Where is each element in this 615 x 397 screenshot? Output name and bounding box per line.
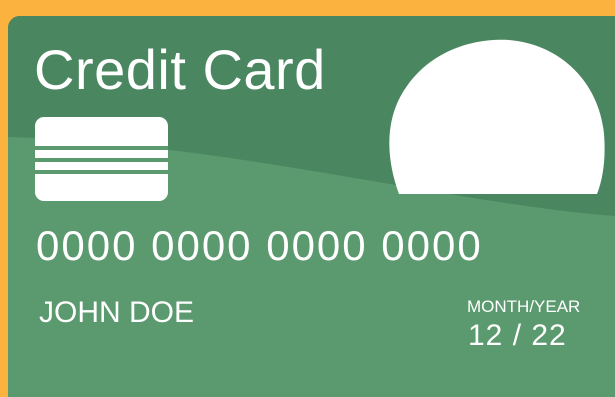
hologram-icon [389,39,605,194]
chip-line [35,158,168,162]
card-title: Credit Card [34,38,326,101]
chip-line [35,170,168,174]
chip-line [35,146,168,150]
expiry-date: 12 / 22 [468,319,567,352]
credit-card: Credit Card 0000 0000 0000 0000 JOHN DOE… [8,16,615,397]
expiry-label: MONTH/YEAR [467,297,581,316]
chip-icon [35,117,168,201]
cardholder-name: JOHN DOE [39,296,195,329]
card-number: 0000 0000 0000 0000 [36,222,483,269]
